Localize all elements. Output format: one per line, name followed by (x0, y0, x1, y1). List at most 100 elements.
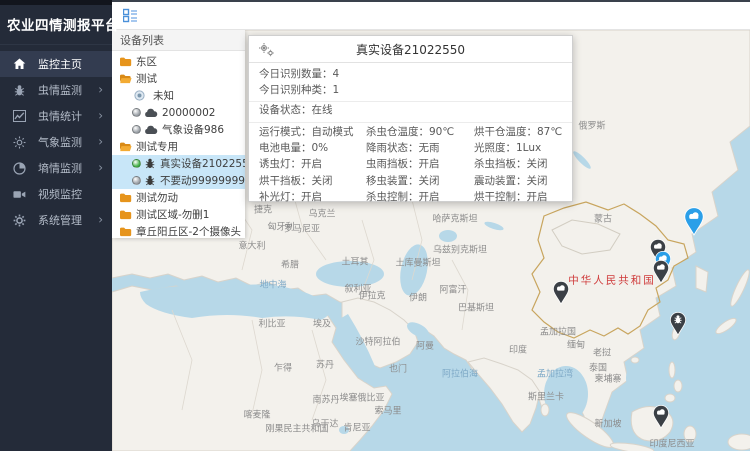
chart-icon (13, 110, 26, 123)
bug-icon (144, 174, 156, 187)
status-dot-offline (132, 108, 141, 117)
device-pin-cloud[interactable] (683, 206, 705, 240)
status-dot-offline (132, 176, 141, 185)
popup-grid-cell: 震动装置：关闭 (474, 173, 562, 189)
popup-grid-cell: 杀虫仓温度：90℃ (366, 124, 474, 140)
app-window: 农业四情测报平台 监控主页虫情监测 › 虫情统计 › 气象监测 › 墒情监测 › 视频监控系统管… (0, 0, 750, 451)
app-title: 农业四情测报平台 (0, 5, 112, 45)
tree-item-label: 测试 (136, 71, 157, 86)
device-tree: 东区测试未知 20000002 气象设备986 测试专用真实设备21022550 不要动… (112, 51, 245, 240)
popup-grid-cell: 移虫装置：关闭 (366, 173, 474, 189)
video-icon (13, 188, 26, 201)
device-panel: 设备列表 东区测试未知 20000002 气象设备986 测试专用真实设备210225… (112, 30, 245, 238)
sidebar-item-label: 视频监控 (38, 186, 82, 202)
tree-item-folder-open[interactable]: 测试 (112, 70, 245, 87)
tree-item-label: 东区 (136, 54, 157, 69)
popup-grid-cell: 降雨状态：无雨 (366, 140, 474, 156)
popup-grid: 运行模式：自动模式杀虫仓温度：90℃烘干仓温度：87℃ 电池电量：0%降雨状态：无… (249, 123, 572, 209)
tree-item-folder[interactable]: 测试勿动 (112, 189, 245, 206)
folder-open-icon (119, 141, 132, 152)
device-pin-cloud[interactable] (552, 280, 570, 309)
weather-icon (13, 136, 26, 149)
device-pin-bug[interactable] (669, 311, 687, 340)
tree-item-label: 真实设备21022550 (160, 156, 245, 171)
layout-list-icon[interactable] (123, 8, 138, 23)
chevron-right-icon: › (98, 134, 103, 148)
topbar (112, 0, 750, 30)
sidebar-item-weather[interactable]: 气象监测 › (0, 129, 112, 155)
chevron-right-icon: › (98, 160, 103, 174)
device-panel-title: 设备列表 (112, 30, 245, 51)
gear-icon (13, 214, 26, 227)
popup-grid-cell: 补光灯：开启 (259, 189, 366, 205)
home-icon (13, 58, 26, 71)
tree-item-bug-device[interactable]: 不要动99999999 (112, 172, 245, 189)
tree-item-folder[interactable]: 测试区域-勿删1 (112, 206, 245, 223)
sidebar-item-moisture[interactable]: 墒情监测 › (0, 155, 112, 181)
popup-summary-row: 今日识别数量：4 (259, 66, 562, 82)
sidebar-item-home[interactable]: 监控主页 (0, 51, 112, 77)
tree-item-label: 20000002 (162, 107, 215, 119)
status-dot-offline (132, 125, 141, 134)
radio-icon (134, 90, 145, 101)
status-dot-online (132, 159, 141, 168)
device-popup-header: 真实设备21022550 (249, 36, 572, 63)
cloud-icon (144, 108, 158, 118)
popup-grid-cell: 烘干挡板：关闭 (259, 173, 366, 189)
popup-grid-cell: 杀虫控制：开启 (366, 189, 474, 205)
tree-item-label: 章丘阳丘区-2个摄像头 (136, 224, 241, 239)
tree-item-weather-device[interactable]: 20000002 (112, 104, 245, 121)
popup-grid-cell: 烘干控制：开启 (474, 189, 562, 205)
cogs-icon[interactable] (258, 42, 274, 57)
sidebar-item-label: 虫情监测 (38, 82, 82, 98)
cloud-icon (144, 125, 158, 135)
tree-item-bug-device[interactable]: 真实设备21022550 (112, 155, 245, 172)
folder-icon (119, 209, 132, 220)
popup-grid-cell: 虫雨挡板：开启 (366, 156, 474, 172)
tree-item-label: 气象设备986 (162, 122, 224, 137)
tree-item-folder[interactable]: 东区 (112, 53, 245, 70)
popup-status: 设备状态：在线 (249, 102, 572, 119)
sidebar-item-label: 墒情监测 (38, 160, 82, 176)
bug-icon (13, 84, 26, 97)
sidebar-item-label: 监控主页 (38, 56, 82, 72)
chevron-right-icon: › (98, 212, 103, 226)
tree-item-label: 测试区域-勿删1 (136, 207, 209, 222)
folder-icon (119, 192, 132, 203)
popup-grid-cell: 电池电量：0% (259, 140, 366, 156)
popup-grid-cell: 诱虫灯：开启 (259, 156, 366, 172)
tree-item-label: 未知 (153, 88, 174, 103)
folder-icon (119, 226, 132, 237)
sidebar-item-bug[interactable]: 虫情监测 › (0, 77, 112, 103)
sidebar-item-gear[interactable]: 系统管理 › (0, 207, 112, 233)
tree-item-folder[interactable]: 章丘阳丘区-2个摄像头 (112, 223, 245, 240)
sidebar-item-label: 气象监测 (38, 134, 82, 150)
sidebar-menu: 监控主页虫情监测 › 虫情统计 › 气象监测 › 墒情监测 › 视频监控系统管理 › (0, 45, 112, 233)
popup-summary-row: 今日识别种类：1 (259, 82, 562, 98)
folder-open-icon (119, 73, 132, 84)
tree-item-label: 不要动99999999 (160, 173, 245, 188)
tree-item-folder-open[interactable]: 测试专用 (112, 138, 245, 155)
chevron-right-icon: › (98, 108, 103, 122)
popup-grid-cell: 运行模式：自动模式 (259, 124, 366, 140)
sidebar-item-label: 虫情统计 (38, 108, 82, 124)
chevron-right-icon: › (98, 82, 103, 96)
sidebar-item-video[interactable]: 视频监控 (0, 181, 112, 207)
tree-item-weather-device[interactable]: 气象设备986 (112, 121, 245, 138)
sidebar-item-label: 系统管理 (38, 212, 82, 228)
moisture-icon (13, 162, 26, 175)
tree-item-label: 测试专用 (136, 139, 178, 154)
popup-summary: 今日识别数量：4今日识别种类：1 (249, 63, 572, 98)
device-popup-title: 真实设备21022550 (356, 41, 465, 58)
popup-grid-cell: 烘干仓温度：87℃ (474, 124, 562, 140)
tree-item-unknown[interactable]: 未知 (112, 87, 245, 104)
popup-grid-cell: 光照度：1Lux (474, 140, 562, 156)
device-pin-cloud[interactable] (652, 259, 670, 288)
device-popup: 真实设备21022550 今日识别数量：4今日识别种类：1 设备状态：在线 运行… (248, 35, 573, 202)
sidebar: 农业四情测报平台 监控主页虫情监测 › 虫情统计 › 气象监测 › 墒情监测 › 视频监控系统管… (0, 0, 112, 451)
device-pin-cloud[interactable] (652, 404, 670, 433)
bug-icon (144, 157, 156, 170)
tree-item-label: 测试勿动 (136, 190, 178, 205)
folder-icon (119, 56, 132, 67)
sidebar-item-chart[interactable]: 虫情统计 › (0, 103, 112, 129)
